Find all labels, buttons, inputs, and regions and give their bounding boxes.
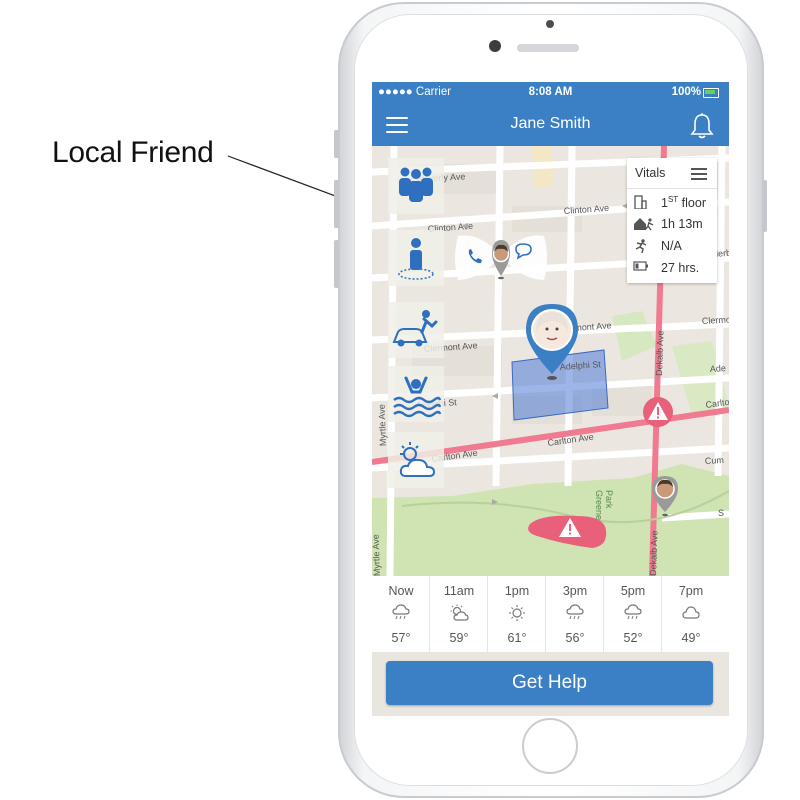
svg-text:Myrtle Ave: Myrtle Ave: [372, 534, 382, 576]
forecast-temp: 56°: [565, 631, 585, 645]
earpiece-speaker: [517, 44, 579, 52]
forecast-3pm[interactable]: 3pm 56°: [546, 576, 604, 652]
vitals-floor-suffix: floor: [678, 196, 706, 211]
forecast-time: 5pm: [620, 584, 646, 598]
volume-down-button: [334, 240, 339, 288]
svg-text:Ade: Ade: [710, 363, 727, 374]
proximity-sensor: [546, 20, 554, 28]
battery-icon: [633, 261, 648, 271]
sun-icon: [509, 605, 525, 621]
rain-cloud-icon: [566, 604, 584, 620]
partly-cloudy-icon: [450, 604, 469, 621]
weather-icon[interactable]: [388, 432, 444, 488]
forecast-7pm[interactable]: 7pm 49°: [662, 576, 729, 652]
forecast-11am[interactable]: 11am 59°: [430, 576, 488, 652]
user-location-pin[interactable]: [522, 302, 582, 384]
rain-cloud-icon: [624, 604, 642, 620]
help-area: Get Help: [372, 652, 729, 716]
volume-up-button: [334, 180, 339, 228]
forecast-5pm[interactable]: 5pm 52°: [604, 576, 662, 652]
building-icon: [634, 195, 647, 209]
power-button: [762, 180, 767, 232]
bell-icon[interactable]: [689, 112, 715, 140]
hazard-icon[interactable]: [558, 516, 582, 538]
car-accident-icon[interactable]: [388, 302, 444, 358]
annotation-label: Local Friend: [52, 136, 214, 169]
forecast-temp: 61°: [507, 631, 527, 645]
get-help-button[interactable]: Get Help: [386, 661, 713, 705]
forecast-time: 11am: [443, 584, 475, 598]
vitals-menu-icon[interactable]: [691, 168, 707, 183]
battery-percent: 100%: [671, 86, 701, 98]
person-geofence-icon[interactable]: [388, 230, 444, 286]
vitals-row-away: 1h 13m: [633, 216, 717, 234]
drowning-icon[interactable]: [388, 366, 444, 422]
vitals-away-value: 1h 13m: [661, 217, 703, 231]
svg-text:Clermo: Clermo: [702, 314, 729, 326]
cloud-icon: [682, 606, 700, 619]
vitals-panel: Vitals 1ST floor 1h 13m N/A 27 hrs.: [627, 158, 717, 283]
vitals-row-activity: N/A: [633, 238, 717, 256]
weather-forecast: Now 57° 11am 59° 1pm 61° 3pm 56° 5pm 52°…: [372, 576, 729, 652]
running-icon: [635, 239, 647, 253]
svg-text:Myrtle Ave: Myrtle Ave: [377, 404, 388, 446]
mute-switch: [334, 130, 339, 158]
forecast-1pm[interactable]: 1pm 61°: [488, 576, 546, 652]
forecast-time: 3pm: [562, 584, 588, 598]
svg-text:Cum: Cum: [705, 455, 725, 466]
status-bar: ●●●●● Carrier 8:08 AM 100%: [372, 82, 729, 104]
rain-cloud-icon: [392, 604, 410, 620]
nav-bar: Jane Smith: [372, 104, 729, 146]
vitals-title: Vitals: [635, 166, 666, 180]
vitals-row-battery: 27 hrs.: [633, 260, 717, 278]
svg-text:Park: Park: [604, 490, 614, 509]
forecast-temp: 49°: [681, 631, 701, 645]
battery-icon: [703, 88, 719, 98]
svg-text:S: S: [718, 508, 724, 518]
forecast-now[interactable]: Now 57°: [372, 576, 430, 652]
svg-text:Dekalb Ave: Dekalb Ave: [648, 530, 660, 576]
page-title: Jane Smith: [510, 115, 591, 132]
vitals-floor-value: 1: [661, 196, 668, 211]
home-exit-icon: [634, 218, 654, 231]
svg-text:Dekalb Ave: Dekalb Ave: [654, 330, 666, 376]
forecast-temp: 59°: [449, 631, 469, 645]
front-camera: [489, 40, 501, 52]
vitals-floor-sup: ST: [667, 195, 679, 204]
app-screen: ●●●●● Carrier 8:08 AM 100% Jane Smith Av…: [372, 82, 729, 716]
alert-marker[interactable]: [642, 396, 674, 428]
group-icon[interactable]: [388, 158, 444, 214]
forecast-time: 7pm: [678, 584, 704, 598]
forecast-temp: 57°: [391, 631, 411, 645]
vitals-row-floor: 1ST floor: [633, 194, 717, 212]
svg-text:Greene: Greene: [594, 490, 604, 520]
vitals-battery-value: 27 hrs.: [661, 261, 700, 275]
forecast-time: 1pm: [504, 584, 530, 598]
forecast-time: Now: [388, 584, 414, 598]
forecast-temp: 52°: [623, 631, 643, 645]
vitals-divider: [627, 188, 717, 189]
friend-pin[interactable]: [650, 474, 680, 518]
home-button[interactable]: [522, 718, 578, 774]
local-friend-marker[interactable]: [454, 228, 548, 290]
vitals-activity-value: N/A: [661, 239, 682, 253]
